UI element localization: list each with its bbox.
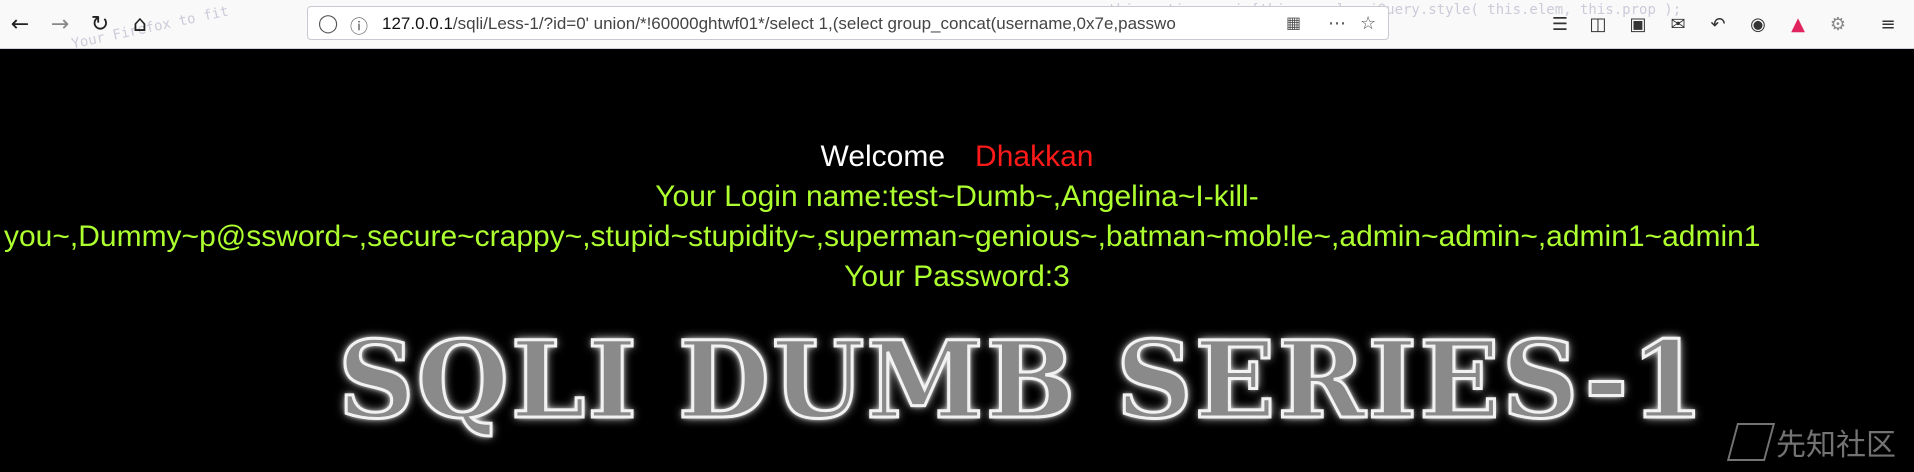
screenshot-icon[interactable]: ▣ bbox=[1626, 12, 1650, 36]
url-text[interactable]: 127.0.0.1/sqli/Less-1/?id=0' union/*!600… bbox=[382, 14, 1262, 34]
home-icon: ⌂ bbox=[133, 11, 147, 37]
browser-toolbar: Your Firefox to fit this.options.orig[th… bbox=[0, 0, 1914, 49]
page-actions-icon[interactable]: ⋯ bbox=[1328, 13, 1346, 34]
reload-button[interactable]: ↻ bbox=[86, 10, 114, 38]
back-button[interactable]: ← bbox=[6, 10, 34, 38]
login-name-line-2: you~,Dummy~p@ssword~,secure~crappy~,stup… bbox=[4, 220, 1761, 253]
sqli-dumb-series-banner: SQLI DUMB SERIES-1 bbox=[337, 317, 1707, 442]
url-path: /sqli/Less-1/?id=0' union/*!60000ghtwf01… bbox=[452, 14, 1176, 33]
forward-button[interactable]: → bbox=[46, 10, 74, 38]
sidebar-icon[interactable]: ◫ bbox=[1586, 12, 1610, 36]
forward-arrow-icon: → bbox=[50, 11, 70, 37]
reload-icon: ↻ bbox=[90, 11, 110, 37]
login-name-line-1: Your Login name:test~Dumb~,Angelina~I-ki… bbox=[655, 180, 1259, 213]
extension-icon[interactable]: ▲ bbox=[1786, 12, 1810, 36]
url-host: 127.0.0.1 bbox=[382, 14, 453, 33]
watermark-logo-icon bbox=[1726, 423, 1776, 461]
undo-icon[interactable]: ↶ bbox=[1706, 12, 1730, 36]
back-arrow-icon: ← bbox=[10, 11, 30, 37]
tracking-shield-icon[interactable]: ◯ bbox=[318, 13, 338, 34]
bookmark-star-icon[interactable]: ☆ bbox=[1360, 13, 1376, 34]
site-info-icon[interactable]: ⓘ bbox=[350, 13, 368, 39]
welcome-label: Welcome bbox=[820, 140, 946, 173]
addon-gear-icon[interactable]: ⚙ bbox=[1826, 12, 1850, 36]
qr-code-icon[interactable]: ▦ bbox=[1286, 13, 1301, 32]
library-icon[interactable]: ☰ bbox=[1548, 12, 1572, 36]
url-bar[interactable]: ◯ ⓘ 127.0.0.1/sqli/Less-1/?id=0' union/*… bbox=[307, 6, 1389, 40]
watermark: 先知社区 bbox=[1726, 420, 1896, 464]
account-icon[interactable]: ◉ bbox=[1746, 12, 1770, 36]
watermark-text: 先知社区 bbox=[1776, 428, 1896, 463]
welcome-line: Welcome Dhakkan bbox=[0, 140, 1914, 174]
welcome-name: Dhakkan bbox=[975, 140, 1094, 173]
home-button[interactable]: ⌂ bbox=[126, 10, 154, 38]
menu-icon[interactable]: ≡ bbox=[1876, 12, 1900, 36]
password-line: Your Password:3 bbox=[844, 260, 1070, 293]
chat-icon[interactable]: ✉ bbox=[1666, 12, 1690, 36]
